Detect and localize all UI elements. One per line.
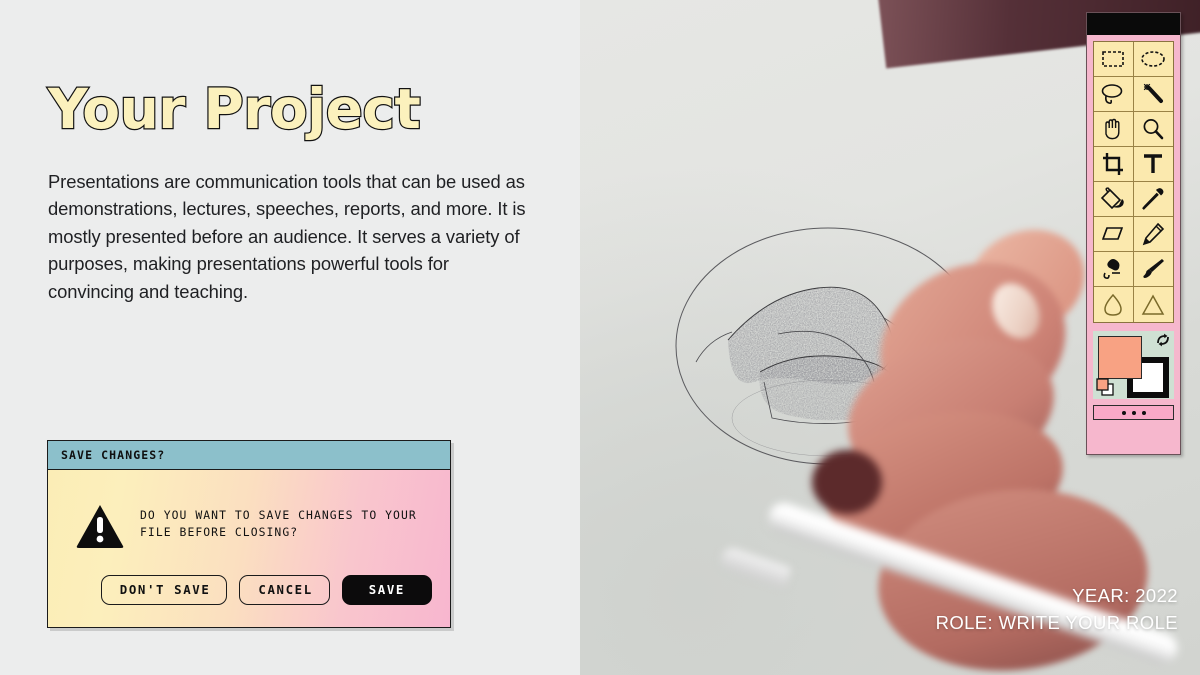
color-picker-area xyxy=(1093,331,1174,399)
eraser-icon[interactable] xyxy=(1094,217,1134,252)
footer-dot-icon xyxy=(1131,410,1136,415)
dialog-title-text: SAVE CHANGES? xyxy=(61,448,166,462)
save-button[interactable]: SAVE xyxy=(341,575,432,605)
elliptical-marquee-icon[interactable] xyxy=(1133,42,1173,77)
left-content-panel: Your Project Presentations are communica… xyxy=(0,0,580,675)
hand-icon[interactable] xyxy=(1094,112,1134,147)
rectangular-marquee-icon[interactable] xyxy=(1094,42,1134,77)
foreground-color-swatch[interactable] xyxy=(1098,336,1142,379)
toolbar-tool-grid xyxy=(1093,41,1174,323)
page-title: Your Project xyxy=(47,77,422,141)
caption-role: ROLE: WRITE YOUR ROLE xyxy=(935,612,1178,634)
swap-colors-icon[interactable] xyxy=(1155,332,1171,348)
cancel-button[interactable]: CANCEL xyxy=(239,575,330,605)
photo-caption: YEAR: 2022 ROLE: WRITE YOUR ROLE xyxy=(936,582,1178,638)
dont-save-button[interactable]: DON'T SAVE xyxy=(100,575,228,605)
save-changes-dialog: SAVE CHANGES? DO YOU WANT TO SAVE CHANGE… xyxy=(47,440,451,628)
thumb-shadow xyxy=(812,450,882,514)
toolbar-header-bar xyxy=(1087,13,1180,35)
caption-year: YEAR: 2022 xyxy=(1072,584,1178,606)
body-paragraph: Presentations are communication tools th… xyxy=(48,171,526,302)
dialog-message: DO YOU WANT TO SAVE CHANGES TO YOUR FILE… xyxy=(140,508,417,540)
toolbar-footer-bar[interactable] xyxy=(1093,405,1174,420)
type-icon[interactable] xyxy=(1133,147,1173,182)
editor-toolbar xyxy=(1086,12,1181,455)
slide-root: Your Project Presentations are communica… xyxy=(0,0,1200,675)
magic-wand-icon[interactable] xyxy=(1133,77,1173,112)
dialog-titlebar: SAVE CHANGES? xyxy=(48,441,450,470)
eyedropper-icon[interactable] xyxy=(1133,182,1173,217)
paintbrush-icon[interactable] xyxy=(1133,252,1173,287)
magnifier-icon[interactable] xyxy=(1133,112,1173,147)
default-colors-icon[interactable] xyxy=(1096,378,1114,396)
dialog-button-row: DON'T SAVE CANCEL SAVE xyxy=(48,575,450,605)
warning-triangle-icon xyxy=(76,505,124,548)
crop-icon[interactable] xyxy=(1094,147,1134,182)
pencil-icon[interactable] xyxy=(1133,217,1173,252)
lasso-icon[interactable] xyxy=(1094,77,1134,112)
footer-dot-icon xyxy=(1141,410,1146,415)
paint-bucket-icon[interactable] xyxy=(1094,182,1134,217)
stamp-icon[interactable] xyxy=(1094,252,1134,287)
blur-drop-icon[interactable] xyxy=(1094,287,1134,322)
triangle-shape-icon[interactable] xyxy=(1134,287,1174,322)
footer-dot-icon xyxy=(1121,410,1126,415)
dialog-body: DO YOU WANT TO SAVE CHANGES TO YOUR FILE… xyxy=(48,470,450,627)
